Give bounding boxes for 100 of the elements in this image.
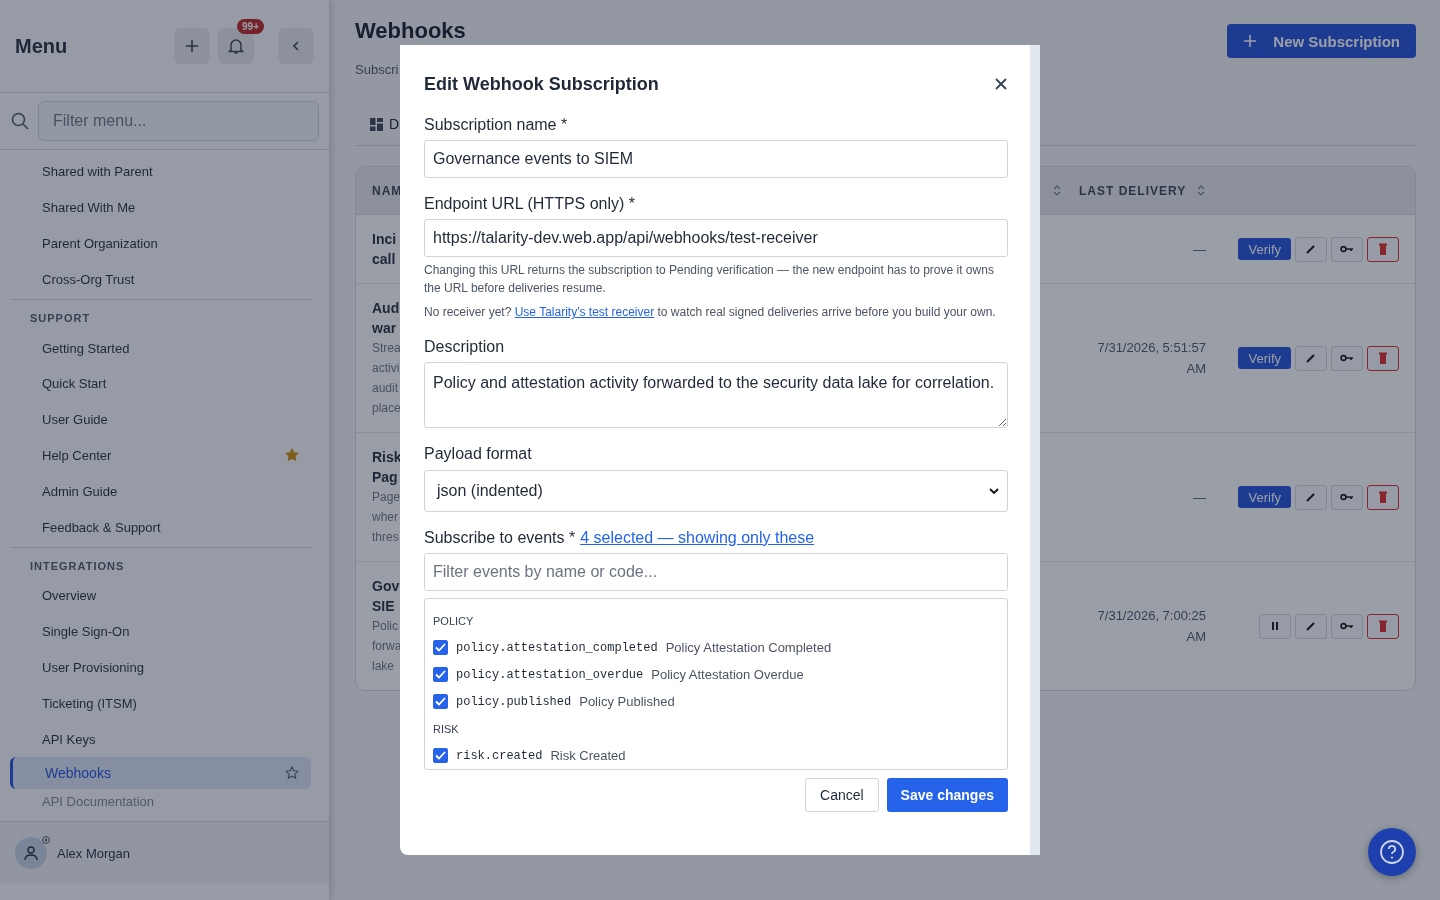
checkmark-icon: [435, 751, 446, 760]
search-icon: [10, 111, 30, 131]
nav-item[interactable]: Admin Guide: [10, 473, 311, 510]
nav-item[interactable]: Cross-Org Trust: [10, 261, 311, 298]
section-heading: INTEGRATIONS: [29, 558, 126, 574]
sort-icon[interactable]: [1053, 185, 1061, 196]
sort-icon[interactable]: [1197, 185, 1205, 196]
nav-item[interactable]: Quick Start: [10, 366, 311, 402]
help-button[interactable]: [1368, 828, 1416, 876]
nav-item[interactable]: User Provisioning: [10, 649, 311, 686]
pencil-icon: [1305, 620, 1317, 632]
gear-icon: [41, 835, 51, 845]
subscription-name: Risk: [372, 448, 402, 467]
checkmark-icon: [435, 643, 446, 652]
menu-title: Menu: [15, 34, 68, 58]
page-subtitle: Subscri: [355, 62, 400, 77]
nav-item[interactable]: Shared with Parent: [10, 154, 311, 190]
url-help-text: Changing this URL returns the subscription to Pending verification — the new endpoint has to prove it owns the URL before deliveries resume.: [424, 262, 995, 297]
person-icon: [22, 844, 40, 862]
pause-button[interactable]: [1259, 613, 1291, 639]
verify-button[interactable]: Verify: [1238, 486, 1291, 508]
delete-button[interactable]: [1367, 236, 1399, 262]
subscription-name: call: [372, 250, 396, 269]
subscription-description: Strea: [372, 340, 401, 357]
key-button[interactable]: [1331, 484, 1363, 510]
nav-item[interactable]: Ticketing (ITSM): [10, 685, 311, 722]
description-field[interactable]: Policy and attestation activity forwarded to the security data lake for correlation.: [424, 362, 1008, 428]
notifications-button[interactable]: [218, 28, 254, 64]
nav-item[interactable]: Single Sign-On: [10, 613, 311, 650]
dialog-title: Edit Webhook Subscription: [424, 73, 659, 95]
payload-format-select[interactable]: json (indented): [424, 470, 1008, 512]
pause-icon: [1270, 621, 1280, 631]
new-subscription-button[interactable]: New Subscription: [1227, 24, 1416, 58]
event-checkbox[interactable]: [433, 748, 448, 763]
key-icon: [1340, 245, 1354, 253]
chevron-down-icon: [989, 487, 999, 495]
subscription-name-field[interactable]: Governance events to SIEM: [424, 140, 1008, 178]
delete-button[interactable]: [1367, 613, 1399, 639]
subscription-name: Gov: [372, 577, 400, 596]
edit-button[interactable]: [1295, 484, 1327, 510]
nav-item[interactable]: Getting Started: [10, 330, 311, 366]
nav-item[interactable]: Shared With Me: [10, 189, 311, 226]
event-checkbox[interactable]: [433, 667, 448, 682]
key-icon: [1340, 354, 1354, 362]
nav-item[interactable]: Help Center: [10, 437, 311, 474]
section-heading: SUPPORT: [29, 311, 92, 327]
subscription-description: Polic: [372, 618, 398, 635]
key-button[interactable]: [1331, 613, 1363, 639]
last-delivery: 7/31/2026, 7:00:25 AM: [1096, 607, 1206, 646]
page-title: Webhooks: [355, 18, 466, 44]
chevron-left-icon: [290, 40, 302, 52]
trash-icon: [1378, 352, 1388, 364]
subscription-description: thres: [372, 529, 399, 546]
verify-button[interactable]: Verify: [1238, 347, 1291, 369]
event-name: Policy Attestation Overdue: [651, 667, 804, 682]
nav-item[interactable]: Feedback & Support: [10, 509, 311, 545]
event-group-heading: POLICY: [433, 615, 475, 627]
subscription-name: SIE: [372, 597, 395, 616]
selected-events-link[interactable]: 4 selected — showing only these: [580, 528, 815, 548]
delete-button[interactable]: [1367, 484, 1399, 510]
nav-item[interactable]: Overview: [10, 577, 311, 614]
endpoint-url-field[interactable]: https://talarity-dev.web.app/api/webhooks/test-receiver: [424, 219, 1008, 257]
question-icon: [1379, 839, 1405, 865]
nav-item[interactable]: Parent Organization: [10, 225, 311, 262]
user-name: Alex Morgan: [57, 845, 130, 861]
subscription-name: Pag: [372, 468, 398, 487]
dashboard-tab[interactable]: D: [355, 116, 400, 132]
nav-item[interactable]: API Keys: [10, 721, 311, 757]
key-button[interactable]: [1331, 345, 1363, 371]
test-receiver-link[interactable]: Use Talarity's test receiver: [514, 305, 655, 319]
grid-icon: [370, 117, 383, 131]
column-header[interactable]: LAST DELIVERY: [1079, 183, 1207, 198]
delete-button[interactable]: [1367, 345, 1399, 371]
subscription-name: Aud: [372, 299, 400, 318]
key-button[interactable]: [1331, 236, 1363, 262]
star-icon[interactable]: [285, 448, 299, 463]
pencil-icon: [1305, 491, 1317, 503]
event-checkbox[interactable]: [433, 640, 448, 655]
event-code: risk.created: [456, 748, 543, 763]
event-checkbox[interactable]: [433, 694, 448, 709]
nav-item[interactable]: User Guide: [10, 401, 311, 438]
trash-icon: [1378, 620, 1388, 632]
user-avatar[interactable]: [15, 837, 47, 869]
cancel-button[interactable]: Cancel: [805, 778, 879, 812]
field-label: Subscription name *: [424, 115, 569, 135]
subscription-description: wher: [372, 509, 398, 526]
edit-button[interactable]: [1295, 613, 1327, 639]
save-changes-button[interactable]: Save changes: [886, 778, 1008, 812]
field-label: Description: [424, 337, 506, 357]
receiver-help-text: No receiver yet? Use Talarity's test receiver to watch real signed deliveries arrive before you build your own.: [424, 304, 997, 321]
nav-item[interactable]: Webhooks: [10, 756, 311, 789]
edit-button[interactable]: [1295, 345, 1327, 371]
edit-button[interactable]: [1295, 236, 1327, 262]
filter-menu-field[interactable]: Filter menu...: [38, 101, 319, 141]
add-button[interactable]: [174, 28, 210, 64]
key-icon: [1340, 493, 1354, 501]
subscription-description: activi: [372, 360, 400, 377]
filter-events-field[interactable]: Filter events by name or code...: [424, 553, 1008, 591]
star-icon[interactable]: [285, 765, 299, 780]
verify-button[interactable]: Verify: [1238, 238, 1291, 260]
